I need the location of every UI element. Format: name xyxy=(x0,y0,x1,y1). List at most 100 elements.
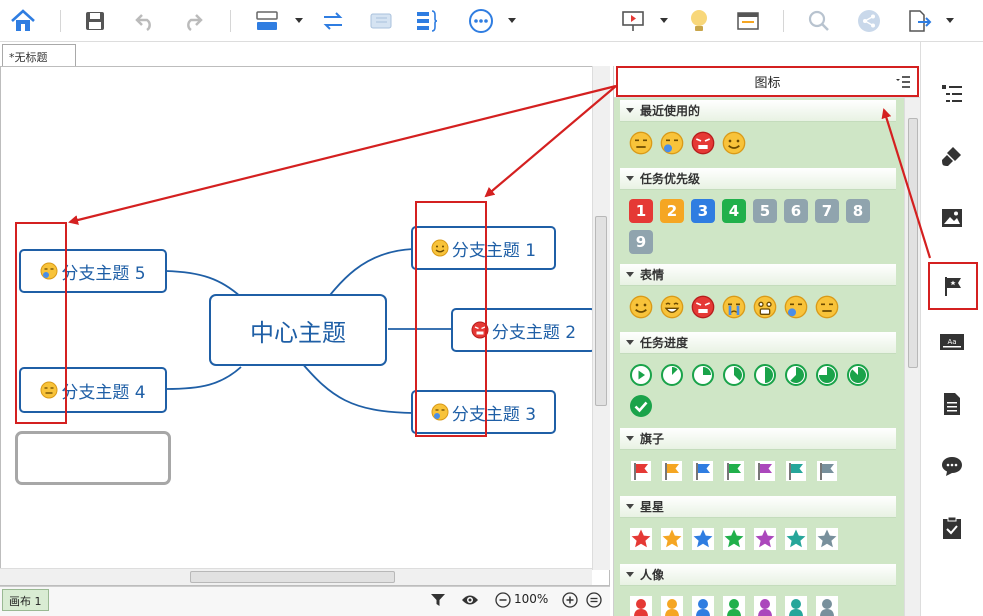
panel-vertical-scrollbar[interactable] xyxy=(904,98,921,616)
blue-star-icon[interactable] xyxy=(690,526,716,552)
save-icon[interactable] xyxy=(80,6,110,36)
canvas-horizontal-scrollbar[interactable] xyxy=(0,568,592,585)
priority-1-icon[interactable]: 1 xyxy=(628,198,654,224)
purple-person-icon[interactable] xyxy=(752,594,778,616)
red-person-icon[interactable] xyxy=(628,594,654,616)
branch-topic-4[interactable]: 分支主题 4 xyxy=(19,367,167,413)
progress-0-icon[interactable] xyxy=(628,362,654,388)
section-priority-header[interactable]: 任务优先级 xyxy=(620,168,896,190)
branch-topic-5[interactable]: 分支主题 5 xyxy=(19,249,167,293)
zoom-menu-icon[interactable] xyxy=(584,590,604,610)
meh-emoji-icon[interactable] xyxy=(628,130,654,156)
priority-4-icon[interactable]: 4 xyxy=(721,198,747,224)
canvas-vertical-scroll-thumb[interactable] xyxy=(595,216,607,406)
outline-icon[interactable] xyxy=(366,6,396,36)
progress-75-icon[interactable] xyxy=(814,362,840,388)
progress-88-icon[interactable] xyxy=(845,362,871,388)
section-people-header[interactable]: 人像 xyxy=(620,564,896,586)
progress-13-icon[interactable] xyxy=(659,362,685,388)
green-star-icon[interactable] xyxy=(721,526,747,552)
section-flags-header[interactable]: 旗子 xyxy=(620,428,896,450)
sleepy-emoji-icon[interactable] xyxy=(783,294,809,320)
document-tab[interactable]: *无标题 xyxy=(2,44,76,67)
canvas-vertical-scrollbar[interactable] xyxy=(592,66,610,570)
branch-topic-1[interactable]: 分支主题 1 xyxy=(411,226,556,270)
blue-person-icon[interactable] xyxy=(690,594,716,616)
priority-8-icon[interactable]: 8 xyxy=(845,198,871,224)
presentation-icon[interactable] xyxy=(618,6,648,36)
zoom-out-icon[interactable] xyxy=(493,590,513,610)
eye-icon[interactable] xyxy=(460,590,480,610)
gray-person-icon[interactable] xyxy=(814,594,840,616)
scared-emoji-icon[interactable] xyxy=(752,294,778,320)
angry-emoji-icon[interactable] xyxy=(690,130,716,156)
branch-topic-2[interactable]: 分支主题 2 xyxy=(451,308,596,352)
canvas-horizontal-scroll-thumb[interactable] xyxy=(190,571,395,583)
mindmap-canvas[interactable]: 中心主题 分支主题 1 分支主题 2 分支主题 3 分支主题 4 分支主题 5 xyxy=(0,66,610,586)
smile-emoji-icon[interactable] xyxy=(721,130,747,156)
export-dropdown[interactable] xyxy=(944,12,956,28)
priority-5-icon[interactable]: 5 xyxy=(752,198,778,224)
section-progress-header[interactable]: 任务进度 xyxy=(620,332,896,354)
search-icon[interactable] xyxy=(804,6,834,36)
redo-icon[interactable] xyxy=(178,6,208,36)
presentation-dropdown[interactable] xyxy=(658,12,670,28)
angry-emoji-icon[interactable] xyxy=(690,294,716,320)
layout-icon[interactable] xyxy=(252,6,282,36)
more-icon[interactable] xyxy=(466,6,496,36)
cry-emoji-icon[interactable] xyxy=(721,294,747,320)
orange-star-icon[interactable] xyxy=(659,526,685,552)
blue-flag-icon[interactable] xyxy=(690,458,716,484)
panel-menu-icon[interactable] xyxy=(895,74,911,90)
progress-50-icon[interactable] xyxy=(752,362,778,388)
progress-38-icon[interactable] xyxy=(721,362,747,388)
progress-done-icon[interactable] xyxy=(628,393,654,419)
laugh-emoji-icon[interactable] xyxy=(659,294,685,320)
teal-flag-icon[interactable] xyxy=(783,458,809,484)
purple-flag-icon[interactable] xyxy=(752,458,778,484)
idea-icon[interactable] xyxy=(684,6,714,36)
orange-person-icon[interactable] xyxy=(659,594,685,616)
notes-icon[interactable] xyxy=(934,386,970,422)
task-icon[interactable] xyxy=(934,510,970,546)
green-flag-icon[interactable] xyxy=(721,458,747,484)
section-stars-header[interactable]: 星星 xyxy=(620,496,896,518)
section-recent-header[interactable]: 最近使用的 xyxy=(620,100,896,122)
priority-7-icon[interactable]: 7 xyxy=(814,198,840,224)
image-icon[interactable] xyxy=(934,200,970,236)
layout-dropdown[interactable] xyxy=(293,12,305,28)
home-icon[interactable] xyxy=(8,6,38,36)
gray-star-icon[interactable] xyxy=(814,526,840,552)
orange-flag-icon[interactable] xyxy=(659,458,685,484)
smile-emoji-icon[interactable] xyxy=(628,294,654,320)
window-icon[interactable] xyxy=(733,6,763,36)
progress-25-icon[interactable] xyxy=(690,362,716,388)
text-style-icon[interactable]: Aa xyxy=(934,324,970,360)
red-star-icon[interactable] xyxy=(628,526,654,552)
undo-icon[interactable] xyxy=(130,6,160,36)
filter-icon[interactable] xyxy=(428,590,448,610)
comment-icon[interactable] xyxy=(934,448,970,484)
priority-9-icon[interactable]: 9 xyxy=(628,229,654,255)
priority-6-icon[interactable]: 6 xyxy=(783,198,809,224)
priority-3-icon[interactable]: 3 xyxy=(690,198,716,224)
green-person-icon[interactable] xyxy=(721,594,747,616)
sheet-tab[interactable]: 画布 1 xyxy=(2,589,49,611)
priority-2-icon[interactable]: 2 xyxy=(659,198,685,224)
sleepy-emoji-icon[interactable] xyxy=(659,130,685,156)
central-topic[interactable]: 中心主题 xyxy=(209,294,387,366)
purple-star-icon[interactable] xyxy=(752,526,778,552)
more-dropdown[interactable] xyxy=(506,12,518,28)
progress-63-icon[interactable] xyxy=(783,362,809,388)
marker-flag-icon[interactable] xyxy=(928,262,978,310)
branch-topic-3[interactable]: 分支主题 3 xyxy=(411,390,556,434)
swap-icon[interactable] xyxy=(318,6,348,36)
meh-emoji-icon[interactable] xyxy=(814,294,840,320)
format-brush-icon[interactable] xyxy=(934,138,970,174)
panel-scroll-thumb[interactable] xyxy=(908,118,918,368)
teal-star-icon[interactable] xyxy=(783,526,809,552)
zoom-in-icon[interactable] xyxy=(560,590,580,610)
export-icon[interactable] xyxy=(904,6,934,36)
share-icon[interactable] xyxy=(854,6,884,36)
section-emoji-header[interactable]: 表情 xyxy=(620,264,896,286)
